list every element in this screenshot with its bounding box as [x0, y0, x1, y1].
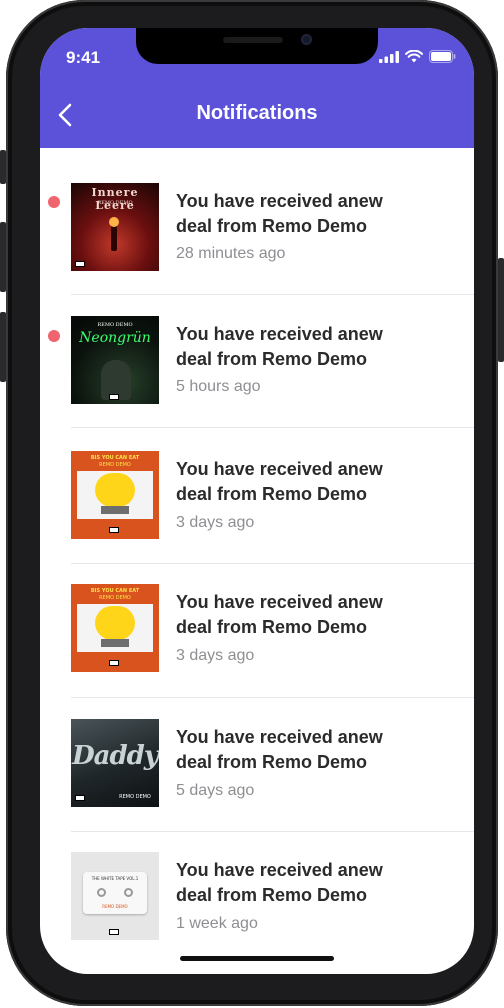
- notification-message: You have received anew deal from Remo De…: [176, 860, 383, 905]
- notification-item[interactable]: Daddy REMO DEMO You have received anew d…: [40, 698, 474, 832]
- cover-artist: REMO DEMO: [119, 794, 151, 800]
- cover-artist: REMO DEMO: [99, 462, 131, 468]
- volume-up-button: [0, 222, 6, 292]
- shorts-shape: [101, 639, 129, 647]
- cassette-shape: THE WHITE TAPE VOL.1 REMO DEMO: [83, 872, 147, 914]
- notch: [136, 28, 378, 64]
- screen: 9:41 Notifications Innere Leere REMO DEM…: [40, 28, 474, 974]
- notification-message: You have received anew deal from Remo De…: [176, 324, 383, 369]
- belly-shape: [95, 473, 135, 507]
- notification-item[interactable]: BIS YOU CAN EAT REMO DEMO You have recei…: [40, 564, 474, 698]
- wifi-icon: [405, 50, 423, 63]
- home-indicator[interactable]: [180, 956, 334, 961]
- cover-title: Daddy: [72, 741, 159, 771]
- cover-artist: REMO DEMO: [99, 595, 131, 601]
- notification-time: 5 days ago: [176, 782, 255, 799]
- belly-shape: [95, 606, 135, 640]
- notification-time: 1 week ago: [176, 915, 258, 932]
- notification-message: You have received anew deal from Remo De…: [176, 727, 383, 772]
- figure-silhouette: [111, 225, 117, 251]
- reel-left: [97, 888, 106, 897]
- nav-header: 9:41 Notifications: [40, 28, 474, 148]
- parental-advisory-label: [75, 261, 85, 267]
- cover-title: Neongrün: [79, 330, 151, 346]
- shorts-shape: [101, 506, 129, 514]
- cover-title: THE WHITE TAPE VOL.1: [91, 876, 139, 881]
- notification-time: 3 days ago: [176, 514, 255, 531]
- status-icons: [379, 50, 456, 63]
- speaker-grille: [223, 37, 283, 43]
- reel-right: [124, 888, 133, 897]
- cover-title: BIS YOU CAN EAT: [90, 455, 140, 461]
- notification-time: 5 hours ago: [176, 378, 261, 395]
- page-title: Notifications: [196, 102, 318, 124]
- notification-message: You have received anew deal from Remo De…: [176, 459, 383, 504]
- battery-icon: [429, 50, 456, 63]
- cover-title: Innere Leere: [91, 186, 139, 212]
- power-button: [498, 258, 504, 362]
- album-cover: Daddy REMO DEMO: [71, 719, 159, 807]
- notification-time: 28 minutes ago: [176, 245, 286, 262]
- flare: [109, 217, 119, 227]
- camera-icon: [301, 34, 312, 45]
- mute-switch: [0, 150, 6, 184]
- cover-artist: REMO DEMO: [102, 904, 128, 909]
- phone-frame: 9:41 Notifications Innere Leere REMO DEM…: [0, 0, 504, 1006]
- album-cover: THE WHITE TAPE VOL.1 REMO DEMO: [71, 852, 159, 940]
- unread-dot: [48, 196, 60, 208]
- unread-dot: [48, 330, 60, 342]
- album-cover: Innere Leere REMO DEMO: [71, 183, 159, 271]
- notification-message: You have received anew deal from Remo De…: [176, 191, 383, 236]
- notification-item[interactable]: THE WHITE TAPE VOL.1 REMO DEMO You have …: [40, 832, 474, 966]
- cover-title: BIS YOU CAN EAT: [90, 588, 140, 594]
- parental-advisory-label: [109, 527, 119, 533]
- notification-item[interactable]: BIS YOU CAN EAT REMO DEMO You have recei…: [40, 428, 474, 564]
- status-time: 9:41: [66, 48, 101, 67]
- parental-advisory-label: [109, 660, 119, 666]
- parental-advisory-label: [109, 394, 119, 400]
- parental-advisory-label: [75, 795, 85, 801]
- album-cover: REMO DEMO Neongrün: [71, 316, 159, 404]
- notification-item[interactable]: REMO DEMO Neongrün You have received ane…: [40, 295, 474, 429]
- album-cover: BIS YOU CAN EAT REMO DEMO: [71, 584, 159, 672]
- notification-message: You have received anew deal from Remo De…: [176, 592, 383, 637]
- cover-artist: REMO DEMO: [97, 322, 133, 328]
- cover-artist: REMO DEMO: [97, 200, 133, 206]
- parental-advisory-label: [109, 929, 119, 935]
- notification-item[interactable]: Innere Leere REMO DEMO You have received…: [40, 148, 474, 295]
- volume-down-button: [0, 312, 6, 382]
- signal-icon: [379, 50, 399, 63]
- album-cover: BIS YOU CAN EAT REMO DEMO: [71, 451, 159, 539]
- notification-time: 3 days ago: [176, 647, 255, 664]
